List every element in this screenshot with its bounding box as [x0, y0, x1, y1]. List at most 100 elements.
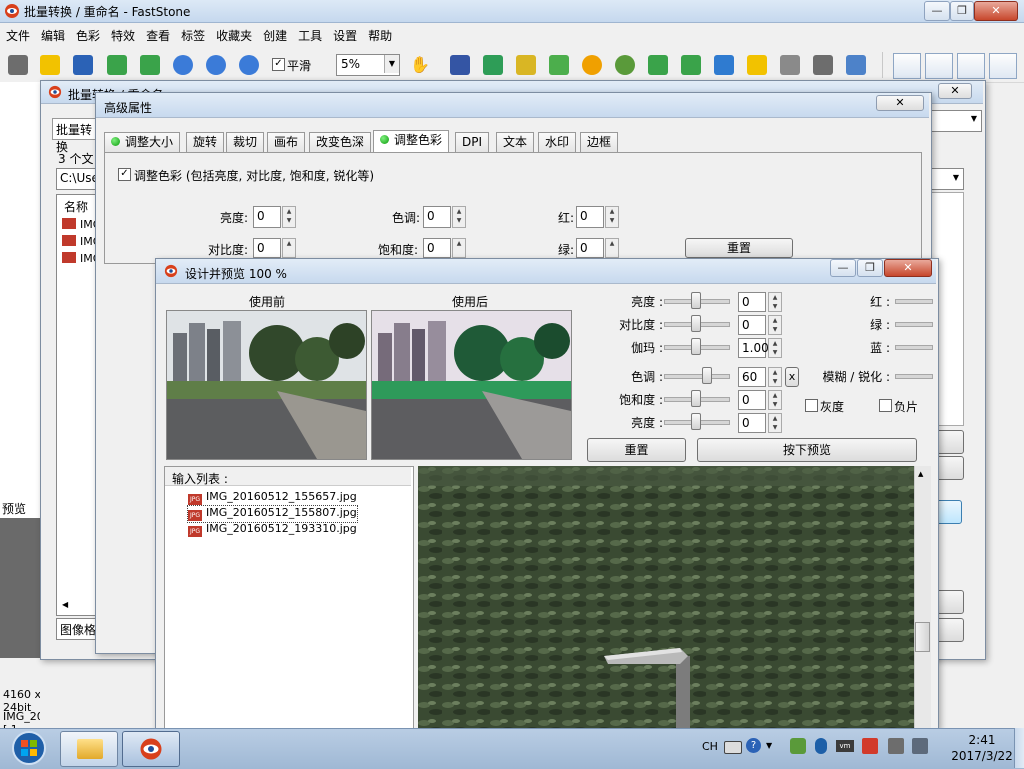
green-slider[interactable] — [895, 322, 933, 327]
green-stepper[interactable]: ▲ — [605, 238, 619, 258]
brightness-stepper[interactable]: ▲ ▼ — [282, 206, 296, 228]
prev-icon[interactable] — [107, 55, 127, 75]
lightness-slider-thumb[interactable] — [691, 413, 701, 430]
tab-color-depth[interactable]: 改变色深 — [309, 132, 372, 153]
design-maximize-button[interactable]: ❐ — [857, 259, 883, 277]
design-close-button[interactable]: ✕ — [884, 259, 932, 277]
gamma-value-input[interactable]: 1.00 — [738, 338, 769, 358]
actual-size-icon[interactable] — [239, 55, 259, 75]
saturation-slider-thumb[interactable] — [691, 390, 701, 407]
menu-tools[interactable]: 工具 — [292, 24, 327, 44]
menu-settings[interactable]: 设置 — [327, 24, 362, 44]
zoom-in-icon[interactable] — [173, 55, 193, 75]
open-folder-icon[interactable] — [40, 55, 60, 75]
blur-sharpen-slider[interactable] — [895, 374, 933, 379]
contrast-value-input[interactable]: 0 — [738, 315, 766, 335]
view-list-icon[interactable] — [925, 53, 953, 79]
next-icon[interactable] — [140, 55, 160, 75]
source-path-field[interactable]: C:\User — [56, 168, 104, 190]
hand-tool-icon[interactable]: ✋ — [410, 55, 430, 75]
crop-icon[interactable] — [516, 55, 536, 75]
fullscreen-icon[interactable] — [989, 53, 1017, 79]
brightness-slider-thumb[interactable] — [691, 292, 701, 309]
tray-expand-icon[interactable]: ▼ — [766, 741, 772, 750]
taskbar-explorer-button[interactable] — [60, 731, 118, 767]
camera-icon[interactable] — [8, 55, 28, 75]
hue-input[interactable]: 0 — [423, 206, 451, 228]
tab-border[interactable]: 边框 — [580, 132, 619, 153]
red-input[interactable]: 0 — [576, 206, 604, 228]
scroll-up-icon[interactable]: ▲ — [918, 470, 923, 478]
smooth-checkbox[interactable]: ✓ — [272, 58, 285, 71]
gamma-value-stepper[interactable]: ▲ ▼ — [768, 338, 782, 358]
hue-slider[interactable] — [664, 374, 730, 379]
contrast-slider-thumb[interactable] — [691, 315, 701, 332]
folder-select[interactable]: ▼ — [930, 168, 964, 190]
batch-close-button[interactable]: ✕ — [938, 83, 972, 99]
advanced-close-button[interactable]: ✕ — [876, 95, 924, 111]
tab-adjust-colors[interactable]: 调整色彩 — [373, 130, 450, 154]
menu-file[interactable]: 文件 — [0, 24, 35, 44]
contrast-stepper[interactable]: ▲ — [282, 238, 296, 258]
tab-resize[interactable]: 调整大小 — [104, 132, 181, 153]
list-item[interactable]: JPG IMG_20160512_193310.jpg — [188, 522, 357, 538]
maximize-button[interactable]: ❐ — [950, 1, 974, 21]
contrast-input[interactable]: 0 — [253, 238, 281, 258]
saturation-value-input[interactable]: 0 — [738, 390, 766, 410]
menu-color[interactable]: 色彩 — [70, 24, 105, 44]
color-balance-icon[interactable] — [549, 55, 569, 75]
taskbar-faststone-button[interactable] — [122, 731, 180, 767]
hue-value-stepper[interactable]: ▲ ▼ — [768, 367, 782, 387]
tab-watermark[interactable]: 水印 — [538, 132, 577, 153]
saturation-stepper[interactable]: ▲ — [452, 238, 466, 258]
keyboard-icon[interactable] — [724, 741, 742, 754]
menu-create[interactable]: 创建 — [257, 24, 292, 44]
red-slider[interactable] — [895, 299, 933, 304]
brightness-value-input[interactable]: 0 — [738, 292, 766, 312]
tab-rotate[interactable]: 旋转 — [186, 132, 225, 153]
stamp-icon[interactable] — [615, 55, 635, 75]
input-language[interactable]: CH — [702, 740, 718, 753]
design-minimize-button[interactable]: — — [830, 259, 856, 277]
view-thumbnails-icon[interactable] — [893, 53, 921, 79]
lightness-value-stepper[interactable]: ▲ ▼ — [768, 413, 782, 433]
design-reset-button[interactable]: 重置 — [587, 438, 686, 462]
batch-tab[interactable]: 批量转换 — [52, 118, 98, 154]
help-icon[interactable]: ? — [746, 738, 761, 753]
bluetooth-icon[interactable] — [815, 738, 827, 754]
clock[interactable]: 2:41 2017/3/22 — [940, 732, 1024, 764]
select-icon[interactable] — [450, 55, 470, 75]
saturation-value-stepper[interactable]: ▲ ▼ — [768, 390, 782, 410]
menu-edit[interactable]: 编辑 — [35, 24, 70, 44]
hue-slider-thumb[interactable] — [702, 367, 712, 384]
green-input[interactable]: 0 — [576, 238, 604, 258]
output-format-select[interactable]: ▼ — [930, 110, 982, 132]
show-desktop-button[interactable] — [1014, 728, 1024, 768]
print-icon[interactable] — [813, 55, 833, 75]
draw-icon[interactable] — [780, 55, 800, 75]
hue-stepper[interactable]: ▲ ▼ — [452, 206, 466, 228]
advanced-reset-button[interactable]: 重置 — [685, 238, 793, 258]
security-icon[interactable] — [790, 738, 806, 754]
batch-icon[interactable] — [483, 55, 503, 75]
close-button[interactable]: ✕ — [974, 1, 1018, 21]
list-item[interactable]: JPG IMG_20160512_155807.jpg — [187, 505, 358, 523]
flip-icon[interactable] — [714, 55, 734, 75]
start-button-icon[interactable] — [4, 730, 54, 766]
email-icon[interactable] — [846, 55, 866, 75]
blue-slider[interactable] — [895, 345, 933, 350]
rotate-right-icon[interactable] — [681, 55, 701, 75]
brightness-value-stepper[interactable]: ▲ ▼ — [768, 292, 782, 312]
grayscale-checkbox[interactable] — [805, 399, 818, 412]
zoom-out-icon[interactable] — [206, 55, 226, 75]
saturation-input[interactable]: 0 — [423, 238, 451, 258]
rotate-left-icon[interactable] — [648, 55, 668, 75]
tab-text[interactable]: 文本 — [496, 132, 535, 153]
minimize-button[interactable]: — — [924, 1, 950, 21]
tab-dpi[interactable]: DPI — [455, 132, 490, 153]
volume-icon[interactable] — [912, 738, 928, 754]
red-stepper[interactable]: ▲ ▼ — [605, 206, 619, 228]
negative-checkbox[interactable] — [879, 399, 892, 412]
adjust-colors-checkbox[interactable]: ✓ — [118, 168, 131, 181]
image-format-field[interactable]: 图像格 — [56, 618, 98, 640]
